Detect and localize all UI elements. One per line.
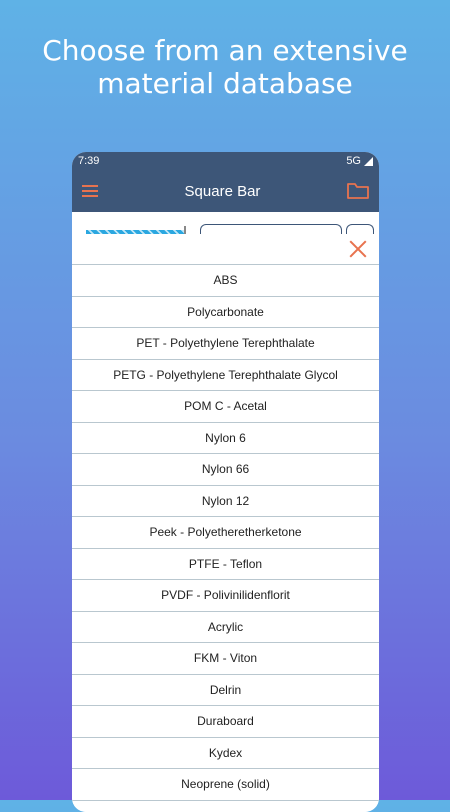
headline-line-1: Choose from an extensive — [42, 34, 408, 67]
material-picker-sheet: ABS Polycarbonate PET - Polyethylene Ter… — [72, 234, 379, 812]
sheet-header — [72, 234, 379, 264]
list-item[interactable]: Nylon 12 — [72, 486, 379, 517]
folder-icon[interactable] — [347, 182, 369, 200]
phone-screen: 7:39 5G Square Bar ABS Polycarbonate PET… — [72, 152, 379, 812]
network-label: 5G — [346, 155, 361, 167]
list-item[interactable]: Nylon 66 — [72, 454, 379, 486]
list-item[interactable]: Delrin — [72, 675, 379, 706]
list-item[interactable]: Acrylic — [72, 612, 379, 643]
status-bar: 7:39 5G — [72, 152, 379, 170]
list-item[interactable]: Polycarbonate — [72, 297, 379, 328]
list-item[interactable]: ABS — [72, 265, 379, 297]
list-item[interactable]: PVDF - Polivinilidenflorit — [72, 580, 379, 612]
screen-title: Square Bar — [184, 182, 261, 200]
list-item[interactable]: Peek - Polyetheretherketone — [72, 517, 379, 549]
hamburger-menu-icon[interactable] — [82, 185, 98, 197]
signal-icon — [364, 156, 373, 166]
list-item[interactable]: POM C - Acetal — [72, 391, 379, 423]
status-time: 7:39 — [78, 155, 100, 167]
promo-headline: Choose from an extensive material databa… — [0, 34, 450, 100]
list-item[interactable]: Kydex — [72, 738, 379, 769]
app-bar: Square Bar — [72, 170, 379, 212]
list-item[interactable]: PTFE - Teflon — [72, 549, 379, 580]
list-item[interactable]: PETG - Polyethylene Terephthalate Glycol — [72, 360, 379, 391]
material-list: ABS Polycarbonate PET - Polyethylene Ter… — [72, 264, 379, 801]
list-item[interactable]: Duraboard — [72, 706, 379, 738]
status-indicators: 5G — [346, 155, 373, 167]
list-item[interactable]: PET - Polyethylene Terephthalate — [72, 328, 379, 360]
list-item[interactable]: Neoprene (solid) — [72, 769, 379, 801]
close-icon[interactable] — [349, 240, 367, 258]
headline-line-2: material database — [97, 67, 353, 100]
list-item[interactable]: Nylon 6 — [72, 423, 379, 454]
list-item[interactable]: FKM - Viton — [72, 643, 379, 675]
